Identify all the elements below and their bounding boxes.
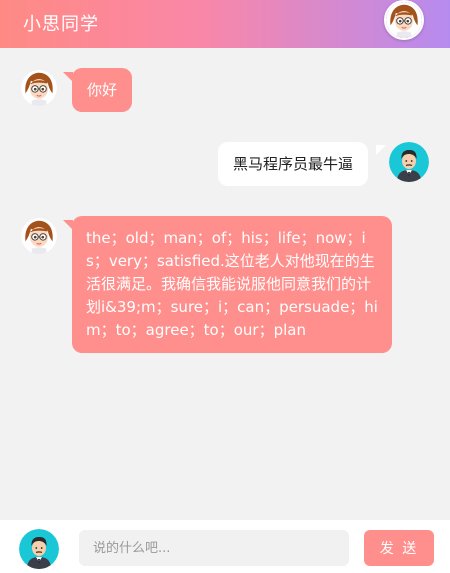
girl-avatar-icon	[21, 218, 57, 254]
app-header: 小思同学	[0, 0, 450, 48]
boy-avatar-icon	[19, 529, 59, 569]
input-bar: 发 送	[0, 520, 450, 573]
bubble-tail	[376, 145, 386, 155]
girl-avatar-icon	[21, 70, 57, 106]
girl-avatar-icon[interactable]	[384, 0, 424, 40]
boy-avatar-icon	[389, 142, 429, 182]
bot-message-bubble: the；old；man；of；his；life；now；is；very；sati…	[72, 216, 392, 353]
send-button[interactable]: 发 送	[364, 530, 434, 566]
bot-message-bubble: 你好	[72, 68, 133, 112]
chat-list: 你好 黑马程序员最牛逼 the；old；man；of；his；life；now；…	[0, 48, 450, 520]
message-input[interactable]	[79, 530, 349, 566]
user-message-bubble: 黑马程序员最牛逼	[218, 142, 369, 186]
page-title: 小思同学	[23, 14, 99, 35]
